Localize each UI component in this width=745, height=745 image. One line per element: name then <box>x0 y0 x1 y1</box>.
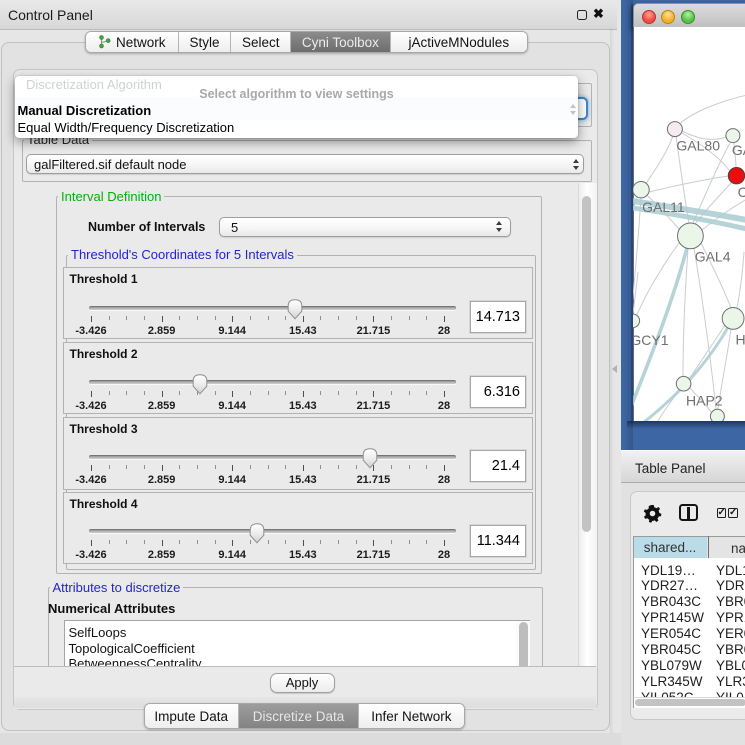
svg-text:GA: GA <box>732 142 745 158</box>
svg-text:GAL80: GAL80 <box>676 138 720 154</box>
svg-text:HAP2: HAP2 <box>686 393 723 409</box>
svg-text:GAL4: GAL4 <box>695 249 731 265</box>
svg-text:GCY1: GCY1 <box>633 332 669 348</box>
svg-text:CD: CD <box>738 184 745 200</box>
svg-text:HA: HA <box>736 332 745 348</box>
svg-text:GAL11: GAL11 <box>642 199 685 215</box>
